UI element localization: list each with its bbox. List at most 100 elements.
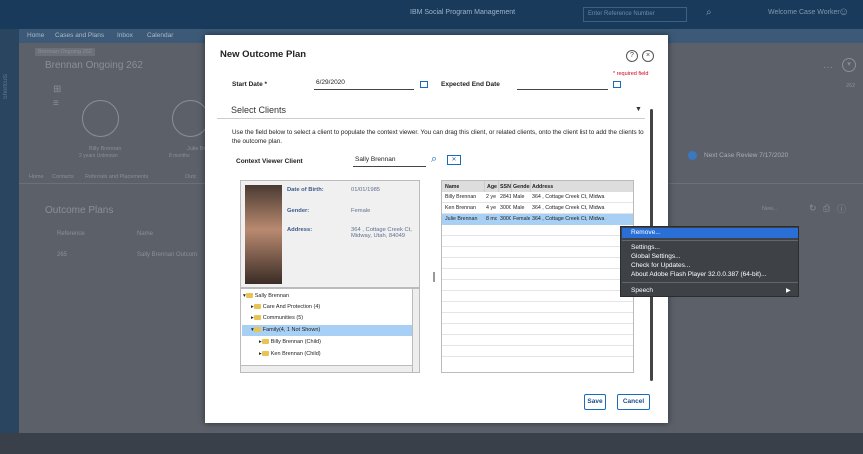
column-header: Name <box>445 184 460 190</box>
tree-node[interactable]: ▾ Sally Brennan <box>243 293 289 299</box>
welcome-text: Welcome Case Worker <box>768 9 840 16</box>
gender-value: Female <box>351 208 371 214</box>
select-clients-section[interactable]: Select Clients ▼ <box>217 97 645 119</box>
tree-hscrollbar[interactable] <box>241 365 412 372</box>
tab-cases-and-plans[interactable]: Cases and Plans <box>55 32 104 39</box>
menu-item-speech[interactable]: Speech <box>631 287 653 294</box>
app-title: IBM Social Program Management <box>410 9 516 16</box>
end-date-field[interactable] <box>517 79 608 90</box>
dialog-title: New Outcome Plan <box>220 49 307 60</box>
cancel-button[interactable]: Cancel <box>617 394 650 410</box>
review-status-dot <box>688 151 697 160</box>
folder-icon <box>253 327 261 333</box>
case-number: 262 <box>846 83 856 89</box>
collapse-icon[interactable]: ▾ <box>842 58 856 72</box>
tab-home[interactable]: Home <box>29 174 44 180</box>
column-header: Reference <box>57 231 85 237</box>
end-date-label: Expected End Date <box>441 81 500 88</box>
top-banner: IBM Social Program Management Enter Refe… <box>0 0 863 29</box>
table-row[interactable]: Julie Brennan 8 mc 300C Female 364 , Cot… <box>442 214 633 225</box>
relationship-tree: ▾ Sally Brennan ▸ Care And Protection (4) … <box>240 288 420 373</box>
folder-icon <box>245 293 253 299</box>
tab-inbox[interactable]: Inbox <box>117 32 133 39</box>
person-meta: 2 years Unknown <box>79 153 118 159</box>
address-label: Address: <box>287 227 313 233</box>
subtab-case[interactable]: Brennan Ongoing 262 <box>35 48 95 56</box>
grid-icon[interactable]: ⊞ <box>53 84 61 95</box>
dob-label: Date of Birth: <box>287 187 324 193</box>
shortcuts-sidebar[interactable]: Shortcuts <box>0 29 19 454</box>
address-value: 364 , Cottage Creek Ct, Midway, Utah, 84… <box>351 227 412 239</box>
tree-node[interactable]: ▸ Billy Brennan (Child) <box>259 339 321 345</box>
search-icon[interactable]: ⌕ <box>706 7 712 18</box>
next-case-review: Next Case Review 7/17/2020 <box>704 152 789 159</box>
tree-vscrollbar[interactable] <box>412 289 419 372</box>
required-note: * required field <box>613 71 649 77</box>
case-title: Brennan Ongoing 262 <box>45 60 143 71</box>
tree-node[interactable]: ▸ Communities (5) <box>251 315 303 321</box>
menu-item-about[interactable]: About Adobe Flash Player 32.0.0.387 (64-… <box>631 271 767 278</box>
user-icon[interactable]: ☺ <box>838 6 849 18</box>
refresh-icon[interactable]: ↻ <box>809 203 817 214</box>
column-header: Age <box>487 184 498 190</box>
menu-item-check-updates[interactable]: Check for Updates... <box>631 262 690 269</box>
tree-node[interactable]: ▸ Care And Protection (4) <box>251 304 320 310</box>
column-header: SSN <box>500 184 511 190</box>
section-title: Select Clients <box>231 105 287 115</box>
calendar-icon[interactable] <box>420 81 428 88</box>
gender-label: Gender: <box>287 208 310 214</box>
table-row[interactable]: Billy Brennan 2 ye 2841 Male 364 , Cotta… <box>442 192 633 203</box>
avatar <box>82 100 119 137</box>
help-icon[interactable]: ? <box>626 50 638 62</box>
section-heading: Outcome Plans <box>45 205 114 216</box>
context-viewer-client-field[interactable]: Sally Brennan <box>353 156 426 167</box>
help-icon[interactable]: ⓘ <box>837 202 846 215</box>
folder-icon <box>261 339 269 345</box>
client-list-header: Name Age SSN Gender Address <box>442 181 633 192</box>
column-header: Name <box>137 231 154 237</box>
new-outcome-plan-dialog: New Outcome Plan ? × Start Date * 6/29/2… <box>205 35 668 423</box>
tree-node[interactable]: ▾ Family(4, 1 Not Shown) <box>251 327 320 333</box>
reference-search-input[interactable]: Enter Reference Number <box>583 7 687 22</box>
menu-item-settings[interactable]: Settings... <box>631 244 660 251</box>
close-icon[interactable]: × <box>642 50 654 62</box>
save-button[interactable]: Save <box>584 394 606 410</box>
menu-icon[interactable]: ≡ <box>53 98 59 109</box>
search-icon[interactable]: ⌕ <box>431 153 437 166</box>
instructions-text: Use the field below to select a client t… <box>232 129 644 145</box>
folder-icon <box>261 351 269 357</box>
start-date-field[interactable]: 6/29/2020 <box>314 79 414 90</box>
tab-home[interactable]: Home <box>27 32 44 39</box>
more-icon[interactable]: ··· <box>823 62 833 73</box>
chevron-down-icon[interactable]: ▼ <box>635 106 642 113</box>
context-menu: Remove... Settings... Global Settings...… <box>620 226 799 297</box>
clear-icon[interactable]: ✕ <box>447 155 461 165</box>
context-viewer-label: Context Viewer Client <box>236 158 303 165</box>
table-row[interactable]: Ken Brennan 4 ye 300C Male 364 , Cottage… <box>442 203 633 214</box>
menu-item-global-settings[interactable]: Global Settings... <box>631 253 681 260</box>
person-name[interactable]: Billy Brennan <box>89 146 121 152</box>
tree-node[interactable]: ▸ Ken Brennan (Child) <box>259 351 321 357</box>
tab-calendar[interactable]: Calendar <box>147 32 173 39</box>
client-list: Name Age SSN Gender Address Billy Brenna… <box>441 180 634 373</box>
start-date-label: Start Date * <box>232 81 268 88</box>
folder-icon <box>253 315 261 321</box>
avatar <box>172 100 209 137</box>
footer <box>0 433 863 454</box>
menu-item-remove[interactable]: Remove... <box>631 229 661 236</box>
person-photo <box>245 185 282 284</box>
tab-outcomes[interactable]: Outc <box>185 174 197 180</box>
person-meta: 8 months <box>169 153 190 159</box>
folder-icon <box>253 304 261 310</box>
column-header: Address <box>532 184 554 190</box>
tab-contacts[interactable]: Contacts <box>52 174 74 180</box>
print-icon[interactable]: ⎙ <box>823 203 830 214</box>
splitter-handle[interactable] <box>433 272 435 282</box>
row-reference[interactable]: 265 <box>57 252 67 258</box>
calendar-icon[interactable] <box>613 81 621 88</box>
submenu-arrow-icon: ▶ <box>786 288 791 294</box>
tab-referrals[interactable]: Referrals and Placements <box>85 174 148 180</box>
column-header: Gender <box>513 184 530 190</box>
row-name[interactable]: Sally Brennan Outcom <box>137 252 197 258</box>
new-button[interactable]: New... <box>762 206 777 212</box>
